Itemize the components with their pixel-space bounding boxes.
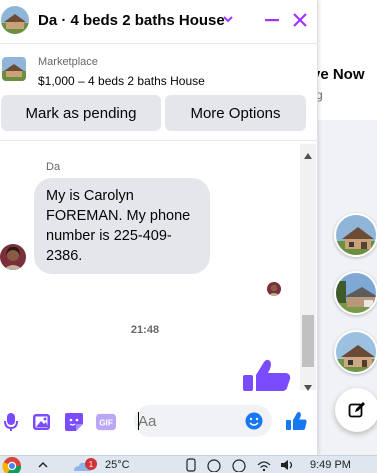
volume-icon[interactable]: [280, 456, 294, 473]
gif-label: GIF: [99, 419, 113, 428]
windows-taskbar: 1 25°C 9:49 PM: [0, 455, 377, 473]
mark-as-pending-button[interactable]: Mark as pending: [1, 95, 161, 131]
close-icon[interactable]: [290, 10, 310, 30]
chat-head-avatar[interactable]: [334, 213, 377, 257]
scroll-up-arrow-icon[interactable]: [304, 146, 312, 164]
person-photo-icon: [267, 282, 281, 296]
house-photo-icon: [2, 57, 26, 81]
tray-icon[interactable]: [232, 456, 246, 473]
listing-title: $1,000 – 4 beds 2 baths House: [38, 74, 205, 88]
sender-name: Da: [46, 161, 61, 173]
chrome-icon[interactable]: [2, 456, 22, 473]
gif-icon[interactable]: GIF: [96, 412, 116, 432]
chat-window: Da · 4 beds 2 baths House Marketplace $1…: [0, 0, 318, 455]
minimize-icon[interactable]: [262, 10, 282, 30]
chat-head-avatar[interactable]: [334, 330, 377, 374]
wifi-icon[interactable]: [257, 456, 271, 473]
thumbs-up-icon[interactable]: [242, 358, 292, 397]
tray-icon[interactable]: [207, 456, 221, 473]
weather-badge: 1: [85, 458, 97, 470]
chevron-down-icon[interactable]: [222, 12, 234, 30]
listing-source: Marketplace: [38, 56, 98, 68]
thumbs-up-icon[interactable]: [285, 411, 307, 436]
emoji-icon[interactable]: [245, 412, 263, 435]
house-photo-icon: [336, 215, 376, 255]
chat-head-avatar[interactable]: [334, 271, 377, 315]
listing-thumbnail: [2, 57, 26, 81]
chat-title[interactable]: Da · 4 beds 2 baths House: [38, 12, 225, 29]
message-thread: Da My is Carolyn FOREMAN. My phone numbe…: [0, 140, 318, 391]
compose-icon: [348, 402, 365, 418]
seen-indicator-avatar: [267, 282, 281, 296]
photo-icon[interactable]: [32, 412, 52, 432]
house-photo-icon: [336, 332, 376, 372]
temperature-label[interactable]: 25°C: [105, 456, 130, 473]
microphone-icon[interactable]: [1, 412, 21, 432]
sticker-icon[interactable]: [64, 412, 84, 432]
new-message-button[interactable]: [335, 388, 377, 432]
text-caret: [138, 412, 139, 430]
sender-avatar[interactable]: [0, 244, 26, 270]
more-options-button[interactable]: More Options: [165, 95, 306, 131]
clock-time[interactable]: 9:49 PM: [310, 456, 351, 473]
house-photo-icon: [1, 6, 29, 34]
marketplace-listing[interactable]: Marketplace $1,000 – 4 beds 2 baths Hous…: [0, 45, 318, 93]
chat-header: Da · 4 beds 2 baths House: [0, 0, 318, 44]
background-page-title: ve Now: [312, 66, 365, 83]
chevron-up-icon[interactable]: [38, 456, 48, 473]
scrollbar-thumb[interactable]: [302, 315, 314, 367]
scroll-down-arrow-icon[interactable]: [304, 378, 312, 396]
message-timestamp: 21:48: [130, 324, 160, 336]
received-message-bubble[interactable]: My is Carolyn FOREMAN. My phone number i…: [34, 178, 210, 274]
person-photo-icon: [0, 244, 26, 270]
house-photo-icon: [336, 273, 376, 313]
tray-icon[interactable]: [186, 456, 196, 473]
listing-avatar[interactable]: [1, 6, 29, 34]
